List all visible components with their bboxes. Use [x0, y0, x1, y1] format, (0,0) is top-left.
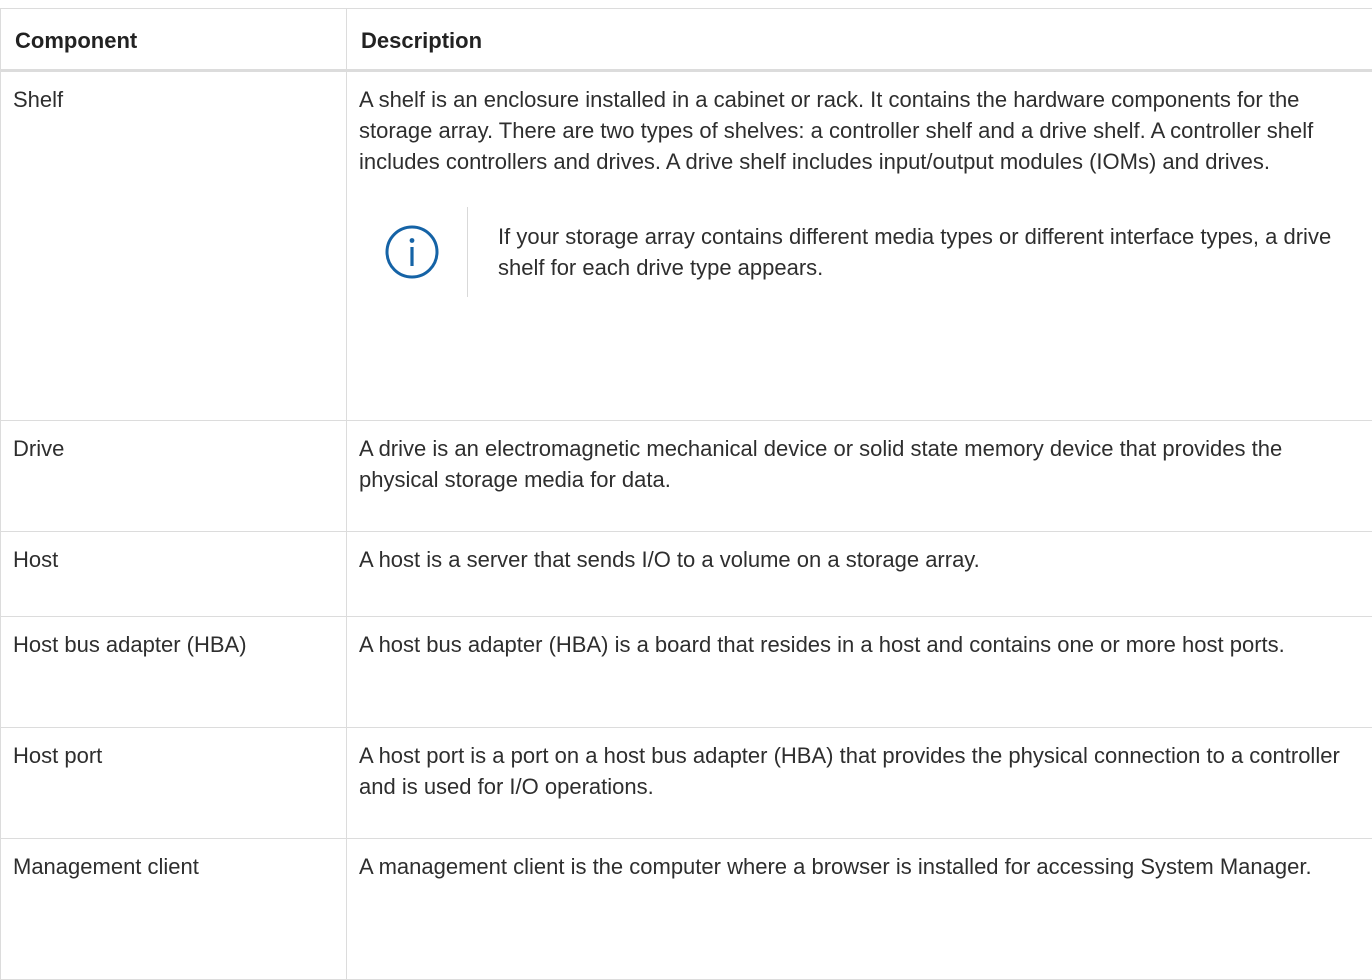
- description-cell: A drive is an electromagnetic mechanical…: [347, 421, 1372, 532]
- description-cell: A host bus adapter (HBA) is a board that…: [347, 617, 1372, 728]
- table-row: Host bus adapter (HBA) A host bus adapte…: [1, 617, 1372, 728]
- table-row: Management client A management client is…: [1, 839, 1372, 980]
- description-text: A shelf is an enclosure installed in a c…: [359, 84, 1362, 177]
- description-cell: A management client is the computer wher…: [347, 839, 1372, 980]
- description-cell: A host is a server that sends I/O to a v…: [347, 532, 1372, 617]
- table-row: Host A host is a server that sends I/O t…: [1, 532, 1372, 617]
- components-table-container: Component Description Shelf A shelf is a…: [0, 8, 1372, 980]
- component-cell: Host: [1, 532, 347, 617]
- description-cell: A host port is a port on a host bus adap…: [347, 728, 1372, 839]
- header-description: Description: [347, 9, 1372, 71]
- component-cell: Management client: [1, 839, 347, 980]
- table-row: Shelf A shelf is an enclosure installed …: [1, 71, 1372, 421]
- component-cell: Host bus adapter (HBA): [1, 617, 347, 728]
- component-cell: Shelf: [1, 71, 347, 421]
- description-cell: A shelf is an enclosure installed in a c…: [347, 71, 1372, 421]
- info-icon: [373, 207, 451, 297]
- component-cell: Host port: [1, 728, 347, 839]
- table-header: Component Description: [1, 9, 1372, 71]
- components-table: Component Description Shelf A shelf is a…: [0, 8, 1372, 980]
- info-icon-svg: [383, 223, 441, 281]
- note-divider: [467, 207, 468, 297]
- table-body: Shelf A shelf is an enclosure installed …: [1, 71, 1372, 980]
- header-row: Component Description: [1, 9, 1372, 71]
- note-text: If your storage array contains different…: [498, 221, 1362, 283]
- component-cell: Drive: [1, 421, 347, 532]
- info-note: If your storage array contains different…: [373, 207, 1362, 297]
- table-row: Host port A host port is a port on a hos…: [1, 728, 1372, 839]
- table-row: Drive A drive is an electromagnetic mech…: [1, 421, 1372, 532]
- header-component: Component: [1, 9, 347, 71]
